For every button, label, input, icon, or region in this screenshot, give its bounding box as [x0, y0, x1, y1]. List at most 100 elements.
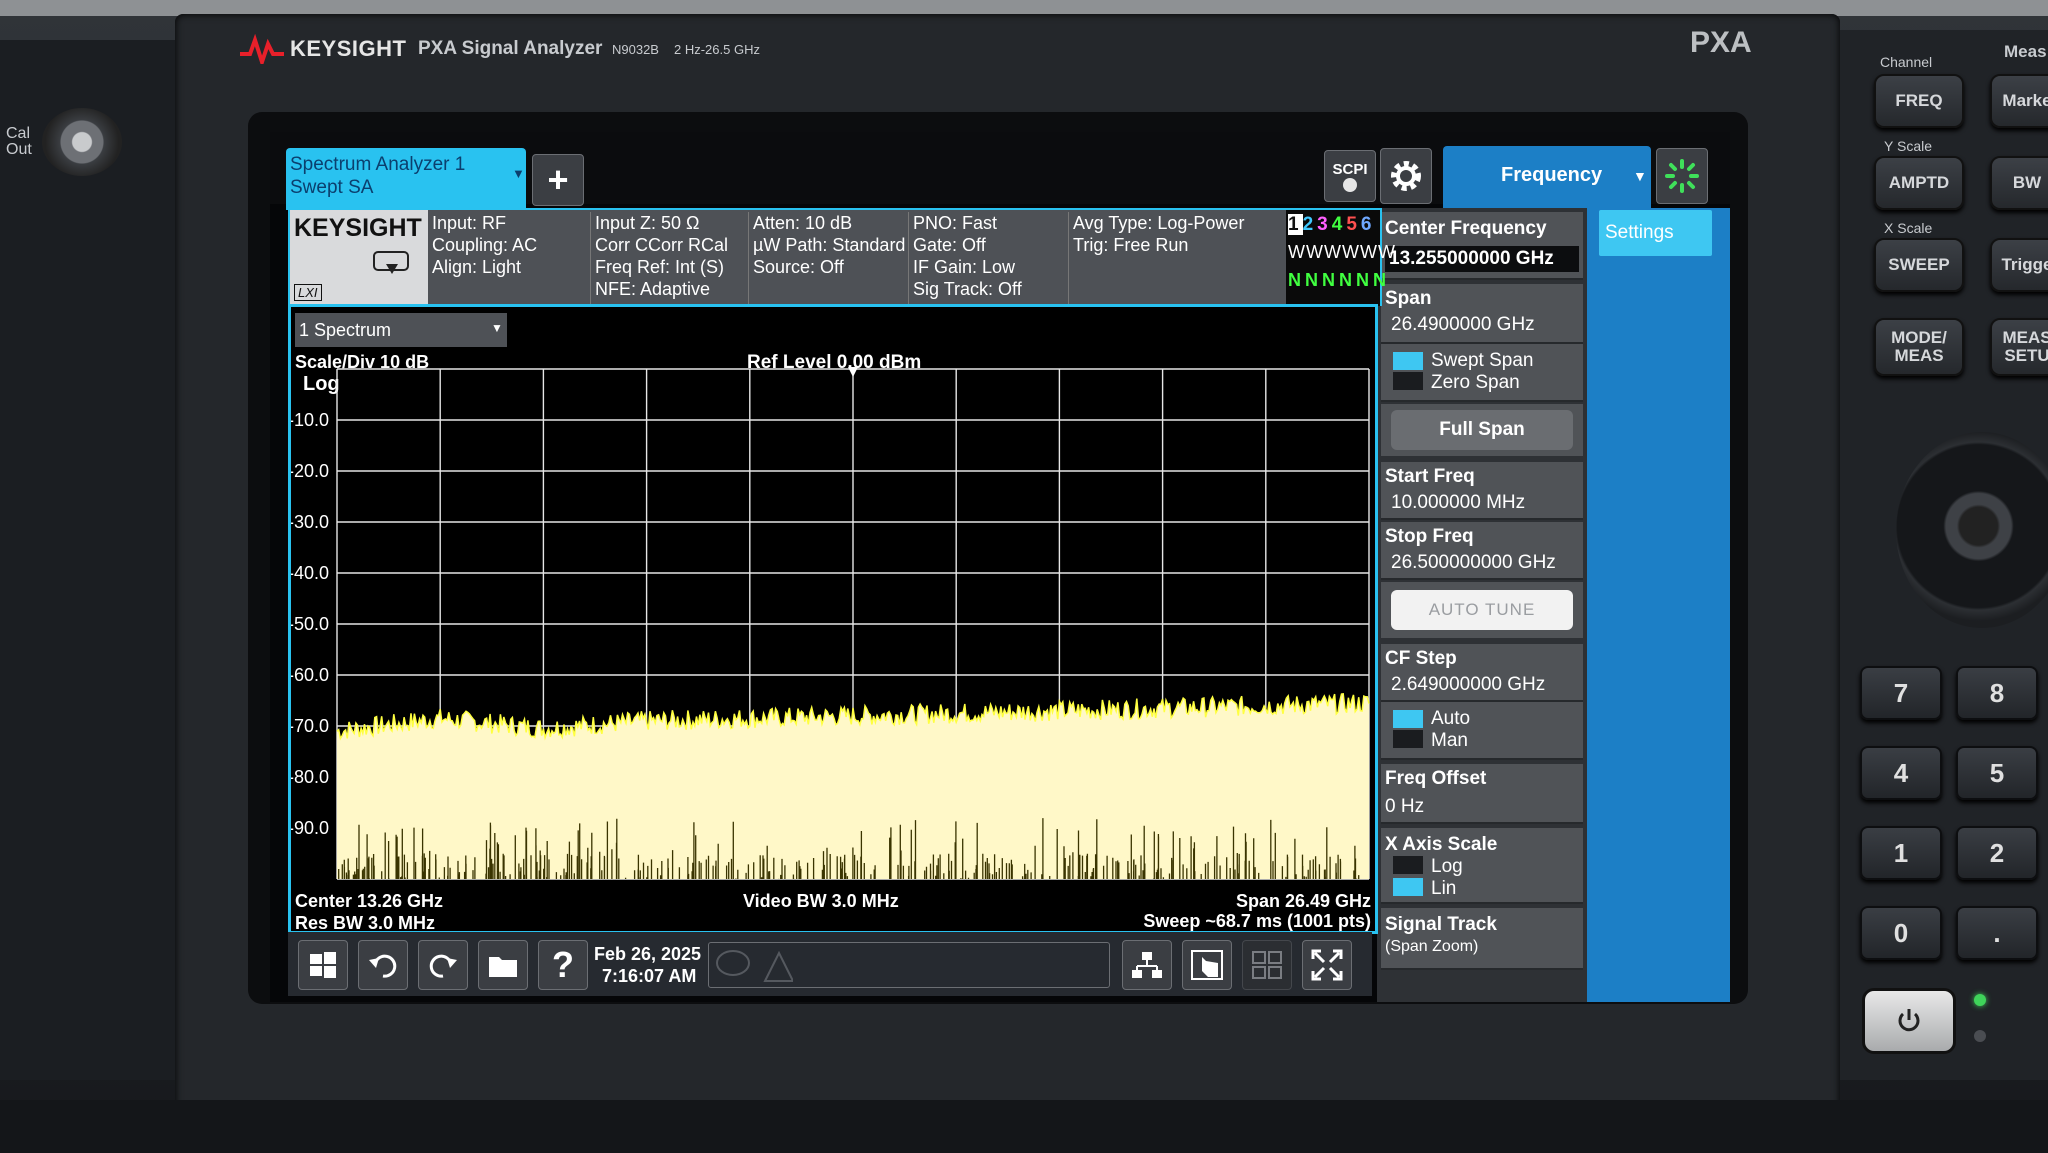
system-settings-button[interactable]: [1380, 148, 1432, 204]
softkey-freq-offset[interactable]: Freq Offset 0 Hz: [1381, 764, 1583, 824]
trace-number-4: 4: [1331, 214, 1347, 235]
multi-window-button[interactable]: [1242, 940, 1292, 990]
cf-step-value: 2.649000000 GHz: [1391, 674, 1546, 695]
full-span-button[interactable]: Full Span: [1391, 410, 1573, 450]
key-0[interactable]: 0: [1860, 906, 1942, 960]
softkey-swept-zero-span[interactable]: Swept Span Zero Span: [1381, 344, 1583, 402]
redo-button[interactable]: [418, 940, 468, 990]
message-area[interactable]: [708, 942, 1110, 988]
taskbar-time: 7:16:07 AM: [602, 966, 697, 986]
span-annotation: Span 26.49 GHz: [1235, 891, 1371, 911]
y-tick-label: -90.0: [291, 818, 329, 838]
bottom-edge: [0, 1100, 2048, 1153]
sweep-hard-button[interactable]: SWEEP: [1874, 238, 1964, 292]
sweep-status-button[interactable]: [1656, 148, 1708, 204]
trace-number-6: 6: [1360, 214, 1376, 235]
brand-name: KEYSIGHT: [290, 36, 407, 61]
status-line: Freq Ref: Int (S): [595, 257, 725, 277]
key-1[interactable]: 1: [1860, 826, 1942, 880]
mode-meas-hard-button[interactable]: MODE/ MEAS: [1874, 318, 1964, 376]
key-2[interactable]: 2: [1956, 826, 2038, 880]
center-frequency-field[interactable]: 13.255000000 GHz: [1385, 246, 1579, 272]
group-meas-label: Meas: [2004, 42, 2047, 61]
busy-spinner-icon: [1665, 159, 1699, 193]
menu-panel-tab[interactable]: Frequency ▼: [1443, 146, 1651, 208]
touch-button[interactable]: [1182, 940, 1232, 990]
status-col-input: Input: RF Coupling: AC Align: Light: [432, 212, 537, 278]
bw-hard-button[interactable]: BW: [1990, 156, 2048, 210]
key-decimal[interactable]: .: [1956, 906, 2038, 960]
zero-span-label: Zero Span: [1431, 372, 1520, 393]
softkey-label: Freq Offset: [1385, 768, 1487, 789]
softkey-stop-freq[interactable]: Stop Freq 26.500000000 GHz: [1381, 522, 1583, 580]
windows-start-button[interactable]: [298, 940, 348, 990]
redo-icon: [429, 954, 457, 978]
softkey-span[interactable]: Span 26.4900000 GHz: [1381, 284, 1583, 344]
display-screen: Spectrum Analyzer 1 Swept SA ▼ + SCPI Fr…: [270, 132, 1730, 1002]
center-freq-annotation: Center 13.26 GHz: [295, 891, 444, 911]
zero-span-unselected-icon: [1393, 372, 1423, 390]
softkey-signal-track[interactable]: Signal Track (Span Zoom): [1381, 908, 1583, 970]
status-logo-box[interactable]: KEYSIGHT LXI: [290, 210, 428, 306]
log-label: Log: [1431, 856, 1463, 877]
key-5[interactable]: 5: [1956, 746, 2038, 800]
status-col-avg: Avg Type: Log-Power Trig: Free Run: [1068, 212, 1244, 304]
key-7[interactable]: 7: [1860, 666, 1942, 720]
y-tick-label: -20.0: [291, 461, 329, 481]
status-line: µW Path: Standard: [753, 235, 906, 255]
touch-icon: [1191, 950, 1223, 980]
layout-icon: [1132, 952, 1162, 978]
auto-label: Auto: [1431, 708, 1471, 729]
trace-detectors: NNNNNN: [1288, 270, 1390, 290]
key-4[interactable]: 4: [1860, 746, 1942, 800]
add-screen-button[interactable]: +: [532, 154, 584, 206]
softkey-start-freq[interactable]: Start Freq 10.000000 MHz: [1381, 462, 1583, 520]
softkey-cf-step[interactable]: CF Step 2.649000000 GHz: [1381, 644, 1583, 702]
meas-setup-hard-button[interactable]: MEAS SETU: [1990, 318, 2048, 376]
trace-indicator-box[interactable]: 123456 WWWWWW NNNNNN: [1286, 210, 1395, 306]
group-channel-label: Channel: [1880, 54, 1933, 70]
mode-name: Spectrum Analyzer 1: [290, 154, 466, 175]
softkey-label: Stop Freq: [1385, 526, 1474, 547]
menu-dropdown-icon: ▼: [1633, 168, 1647, 184]
softkey-x-axis-scale[interactable]: X Axis Scale Log Lin: [1381, 828, 1583, 904]
help-button[interactable]: ?: [538, 940, 588, 990]
y-tick-label: -10.0: [291, 410, 329, 430]
spectrum-plot[interactable]: -10.0 -20.0 -30.0 -40.0 -50.0 -60.0 -70.0 -80.0…: [291, 307, 1375, 931]
softkey-label: Start Freq: [1385, 466, 1475, 487]
trace-number-1: 1: [1288, 214, 1303, 235]
log-unselected-icon: [1393, 856, 1423, 874]
trigger-hard-button[interactable]: Trigge: [1990, 238, 2048, 292]
amptd-hard-button[interactable]: AMPTD: [1874, 156, 1964, 210]
power-button[interactable]: [1862, 988, 1956, 1054]
center-marker-icon: [848, 367, 858, 377]
marker-hard-button[interactable]: Marke: [1990, 74, 2048, 128]
standby-led: [1974, 994, 1986, 1006]
full-screen-button[interactable]: [1302, 940, 1352, 990]
y-tick-label: -30.0: [291, 512, 329, 532]
key-8[interactable]: 8: [1956, 666, 2038, 720]
status-line: NFE: Adaptive: [595, 279, 711, 299]
auto-tune-button[interactable]: AUTO TUNE: [1391, 590, 1573, 630]
freq-hard-button[interactable]: FREQ: [1874, 74, 1964, 128]
status-panel: KEYSIGHT LXI Input: RF Coupling: AC Alig…: [288, 208, 1395, 306]
grid-icon: [1252, 951, 1282, 979]
mode-tab[interactable]: Spectrum Analyzer 1 Swept SA ▼: [286, 148, 526, 210]
cal-out-connector[interactable]: [42, 108, 122, 176]
swept-span-label: Swept Span: [1431, 350, 1534, 371]
softkey-center-frequency[interactable]: Center Frequency 13.255000000 GHz: [1381, 212, 1583, 280]
softkey-cf-step-auto-man[interactable]: Auto Man: [1381, 702, 1583, 760]
scpi-button[interactable]: SCPI: [1324, 150, 1376, 202]
layout-button[interactable]: [1122, 940, 1172, 990]
settings-tab[interactable]: Settings: [1599, 210, 1712, 256]
status-line: Coupling: AC: [432, 235, 538, 255]
freq-range: 2 Hz-26.5 GHz: [674, 42, 760, 57]
power-icon: [1898, 1009, 1920, 1032]
y-tick-label: -70.0: [291, 716, 329, 736]
status-line: Avg Type: Log-Power: [1073, 213, 1245, 233]
trace-number-2: 2: [1302, 214, 1318, 235]
freq-offset-value: 0 Hz: [1385, 796, 1425, 817]
series-badge: PXA: [1690, 26, 1752, 59]
file-button[interactable]: [478, 940, 528, 990]
undo-button[interactable]: [358, 940, 408, 990]
